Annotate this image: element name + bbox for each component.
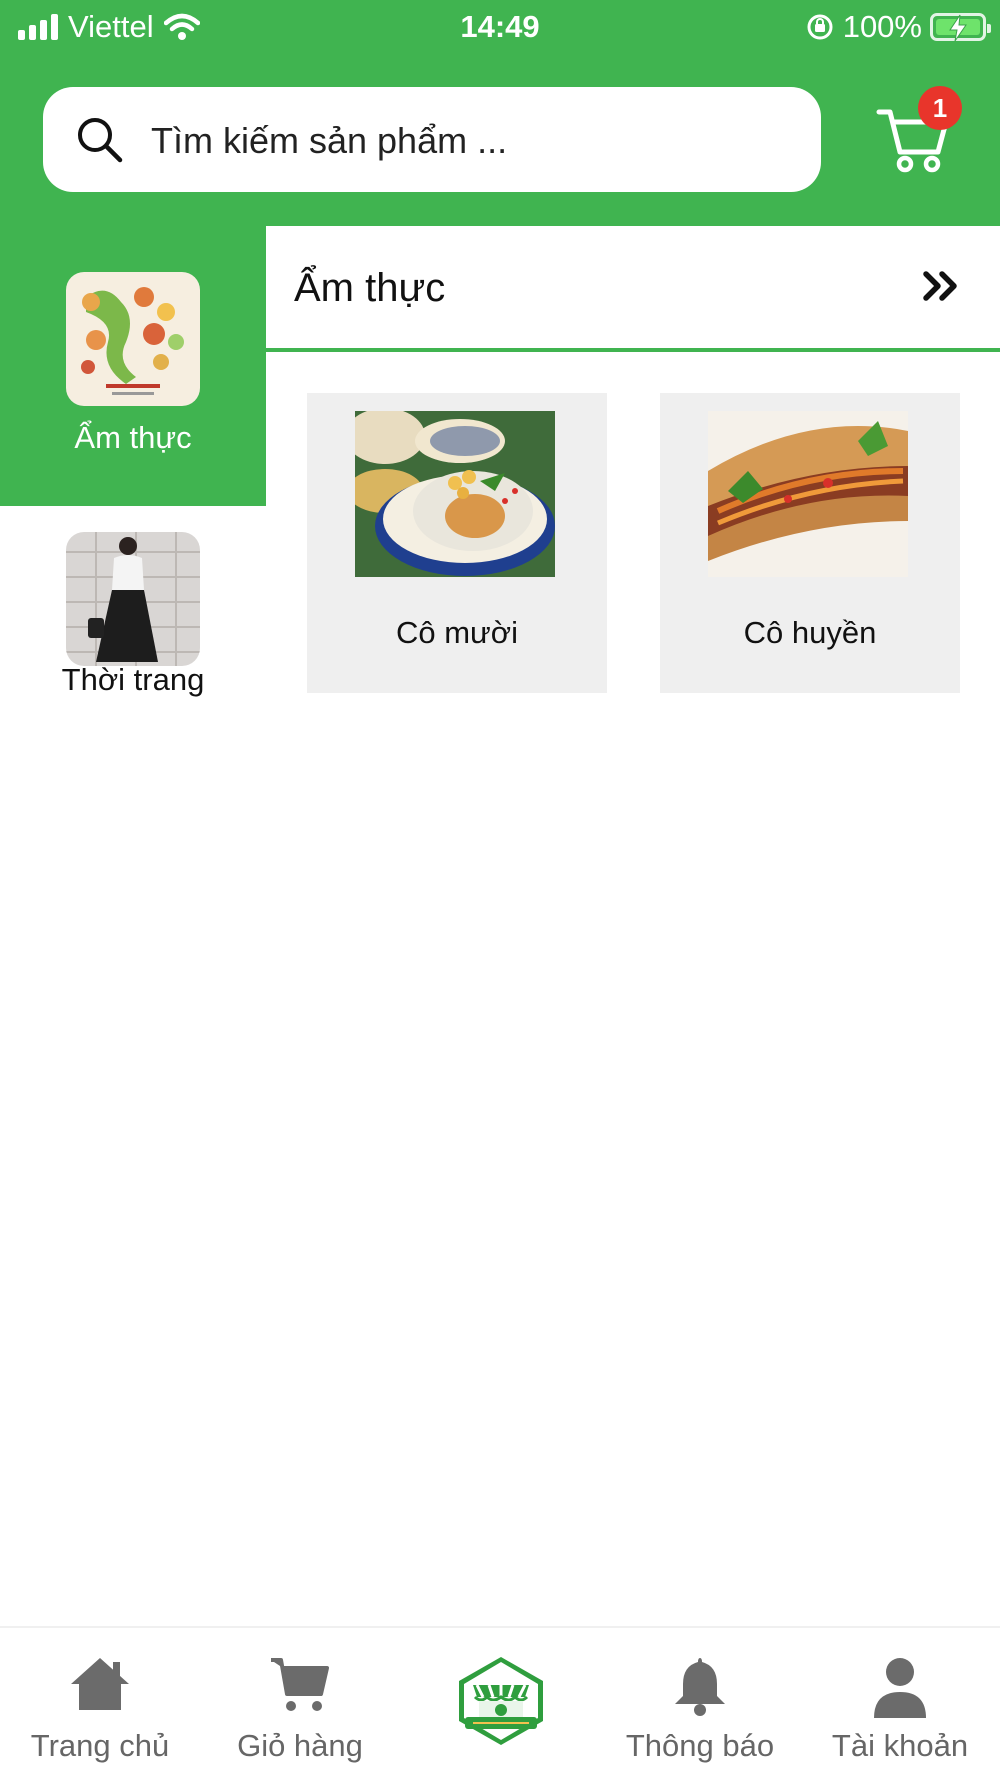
thoi-trang-thumbnail xyxy=(66,532,200,666)
product-photo xyxy=(708,411,908,577)
product-card-co-muoi[interactable]: Cô mười xyxy=(307,393,607,693)
product-name: Cô mười xyxy=(395,615,519,650)
search-icon xyxy=(78,118,123,163)
double-chevron-right-icon[interactable] xyxy=(922,264,962,308)
product-name: Cô huyền xyxy=(743,615,877,650)
nav-label: Tài khoản xyxy=(831,1728,969,1763)
section-title: Ẩm thực xyxy=(294,266,446,310)
sidebar-item-thoi-trang[interactable]: Thời trang xyxy=(0,506,266,786)
product-photo xyxy=(355,411,555,577)
app-screen: Viettel 14:49 100% Tìm kiếm sản phẩm ...… xyxy=(0,0,1000,1778)
app-header: Viettel 14:49 100% Tìm kiếm sản phẩm ...… xyxy=(0,0,1000,226)
sidebar-item-am-thuc[interactable]: Ẩm thực xyxy=(0,226,266,506)
nav-label: Giỏ hàng xyxy=(237,1728,363,1763)
search-bar[interactable]: Tìm kiếm sản phẩm ... xyxy=(43,87,821,192)
cart-button[interactable]: 1 xyxy=(876,86,962,176)
nav-cart[interactable]: Giỏ hàng xyxy=(200,1628,400,1778)
nav-notifications[interactable]: Thông báo xyxy=(600,1628,800,1778)
battery-percent: 100% xyxy=(842,9,922,44)
cart-icon xyxy=(271,1658,329,1711)
nav-home[interactable]: Trang chủ xyxy=(0,1628,200,1778)
sidebar-item-label: Thời trang xyxy=(61,662,205,697)
am-thuc-thumbnail xyxy=(66,272,200,406)
status-right: 100% xyxy=(805,9,991,45)
product-card-co-huyen[interactable]: Cô huyền xyxy=(660,393,960,693)
search-input[interactable]: Tìm kiếm sản phẩm ... xyxy=(151,120,507,162)
home-icon xyxy=(71,1658,129,1710)
section-header: Ẩm thực xyxy=(266,226,1000,352)
nav-account[interactable]: Tài khoản xyxy=(800,1628,1000,1778)
bell-icon xyxy=(675,1658,725,1716)
nav-label: Trang chủ xyxy=(30,1728,170,1763)
nav-label: Thông báo xyxy=(625,1728,775,1763)
status-bar: Viettel 14:49 100% xyxy=(0,0,1000,58)
battery-charging-icon xyxy=(930,13,991,42)
orientation-lock-icon xyxy=(807,14,833,40)
market-logo-icon[interactable] xyxy=(455,1655,547,1747)
sidebar-item-label: Ẩm thực xyxy=(74,420,192,455)
user-icon xyxy=(874,1658,926,1718)
cart-badge: 1 xyxy=(918,86,962,130)
